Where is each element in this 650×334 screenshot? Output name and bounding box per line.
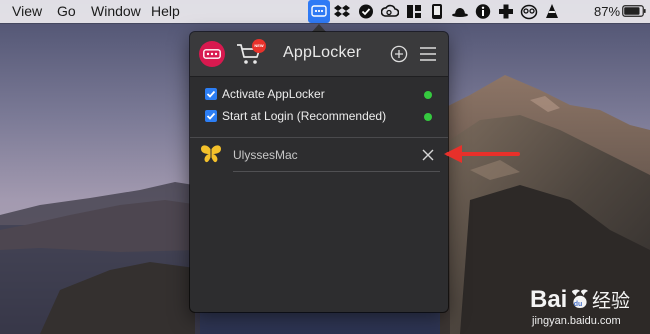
menu-view[interactable]: View (12, 3, 42, 20)
remove-app-close-icon[interactable] (422, 149, 434, 161)
check-circle-icon[interactable] (357, 3, 375, 20)
battery-percentage: 87% (594, 4, 621, 19)
activate-status-dot (424, 91, 432, 99)
svg-text:Bai: Bai (530, 286, 567, 313)
activate-checkbox[interactable] (205, 88, 217, 100)
locked-app-name: UlyssesMac (233, 148, 298, 162)
dropbox-icon[interactable] (333, 3, 351, 20)
activate-label: Activate AppLocker (222, 87, 325, 101)
start-at-login-checkbox[interactable] (205, 110, 217, 122)
add-app-icon[interactable] (390, 45, 408, 63)
applocker-logo-icon[interactable] (199, 41, 225, 67)
menu-go[interactable]: Go (57, 3, 76, 20)
bowler-hat-icon[interactable] (451, 3, 469, 20)
hamburger-menu-icon[interactable] (419, 46, 437, 62)
info-icon[interactable] (474, 3, 492, 20)
start-at-login-status-dot (424, 113, 432, 121)
app-row-underline (233, 171, 440, 172)
grid-icon[interactable] (405, 3, 423, 20)
cone-icon[interactable] (543, 3, 561, 20)
section-divider (190, 137, 448, 138)
menu-bar: View Go Window Help 87% (0, 0, 650, 23)
battery-icon[interactable] (622, 5, 646, 17)
panel-title: AppLocker (283, 44, 362, 61)
menu-window[interactable]: Window (91, 3, 141, 20)
start-at-login-label: Start at Login (Recommended) (222, 109, 387, 123)
applocker-panel: NEW AppLocker Activate AppLocker Start a… (190, 32, 448, 312)
plus-icon[interactable] (497, 3, 515, 20)
panel-header: NEW AppLocker (190, 32, 448, 77)
butterfly-icon (201, 145, 221, 163)
baidu-watermark-logo: Bai du 经验 (530, 286, 630, 313)
svg-text:经验: 经验 (592, 290, 630, 312)
phone-icon[interactable] (428, 3, 446, 20)
watermark-url: jingyan.baidu.com (532, 315, 621, 327)
applocker-status-icon[interactable] (308, 0, 330, 23)
annotation-arrow (444, 145, 520, 163)
menu-help[interactable]: Help (151, 3, 180, 20)
creative-cloud-icon[interactable] (381, 3, 399, 20)
svg-text:du: du (574, 301, 583, 308)
cart-new-badge: NEW (252, 39, 266, 53)
owl-icon[interactable] (520, 3, 538, 20)
